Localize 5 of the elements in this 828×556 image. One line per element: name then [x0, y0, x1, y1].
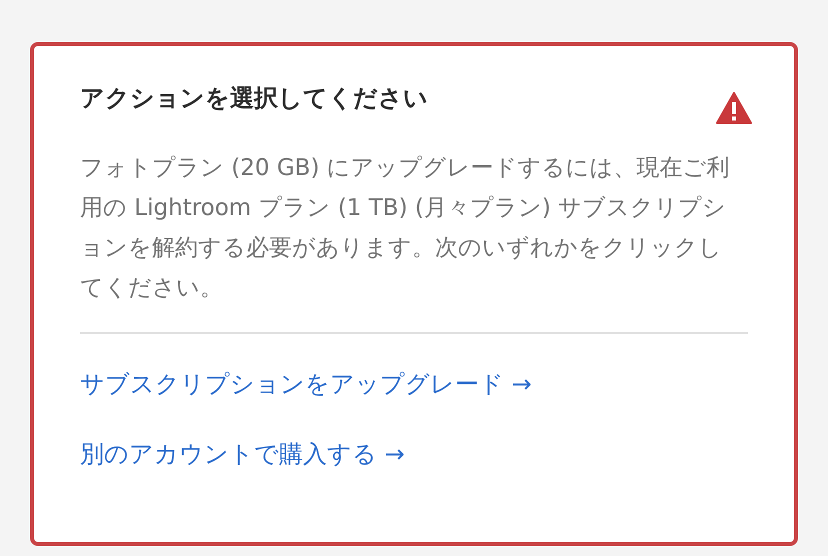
message-text: フォトプラン (20 GB) にアップグレードするには、現在ご利用の Lightroom プラン (1 TB) (月々プラン) サブスクリプションを解約する必要があります。次のいずれかをクリックしてください。 [80, 154, 731, 303]
action-link[interactable]: 別のアカウントで購入する → [80, 434, 405, 474]
warning-icon [716, 92, 752, 124]
dialog-title: アクションを選択してください [80, 83, 428, 114]
action-link[interactable]: サブスクリプションをアップグレード → [80, 364, 532, 404]
